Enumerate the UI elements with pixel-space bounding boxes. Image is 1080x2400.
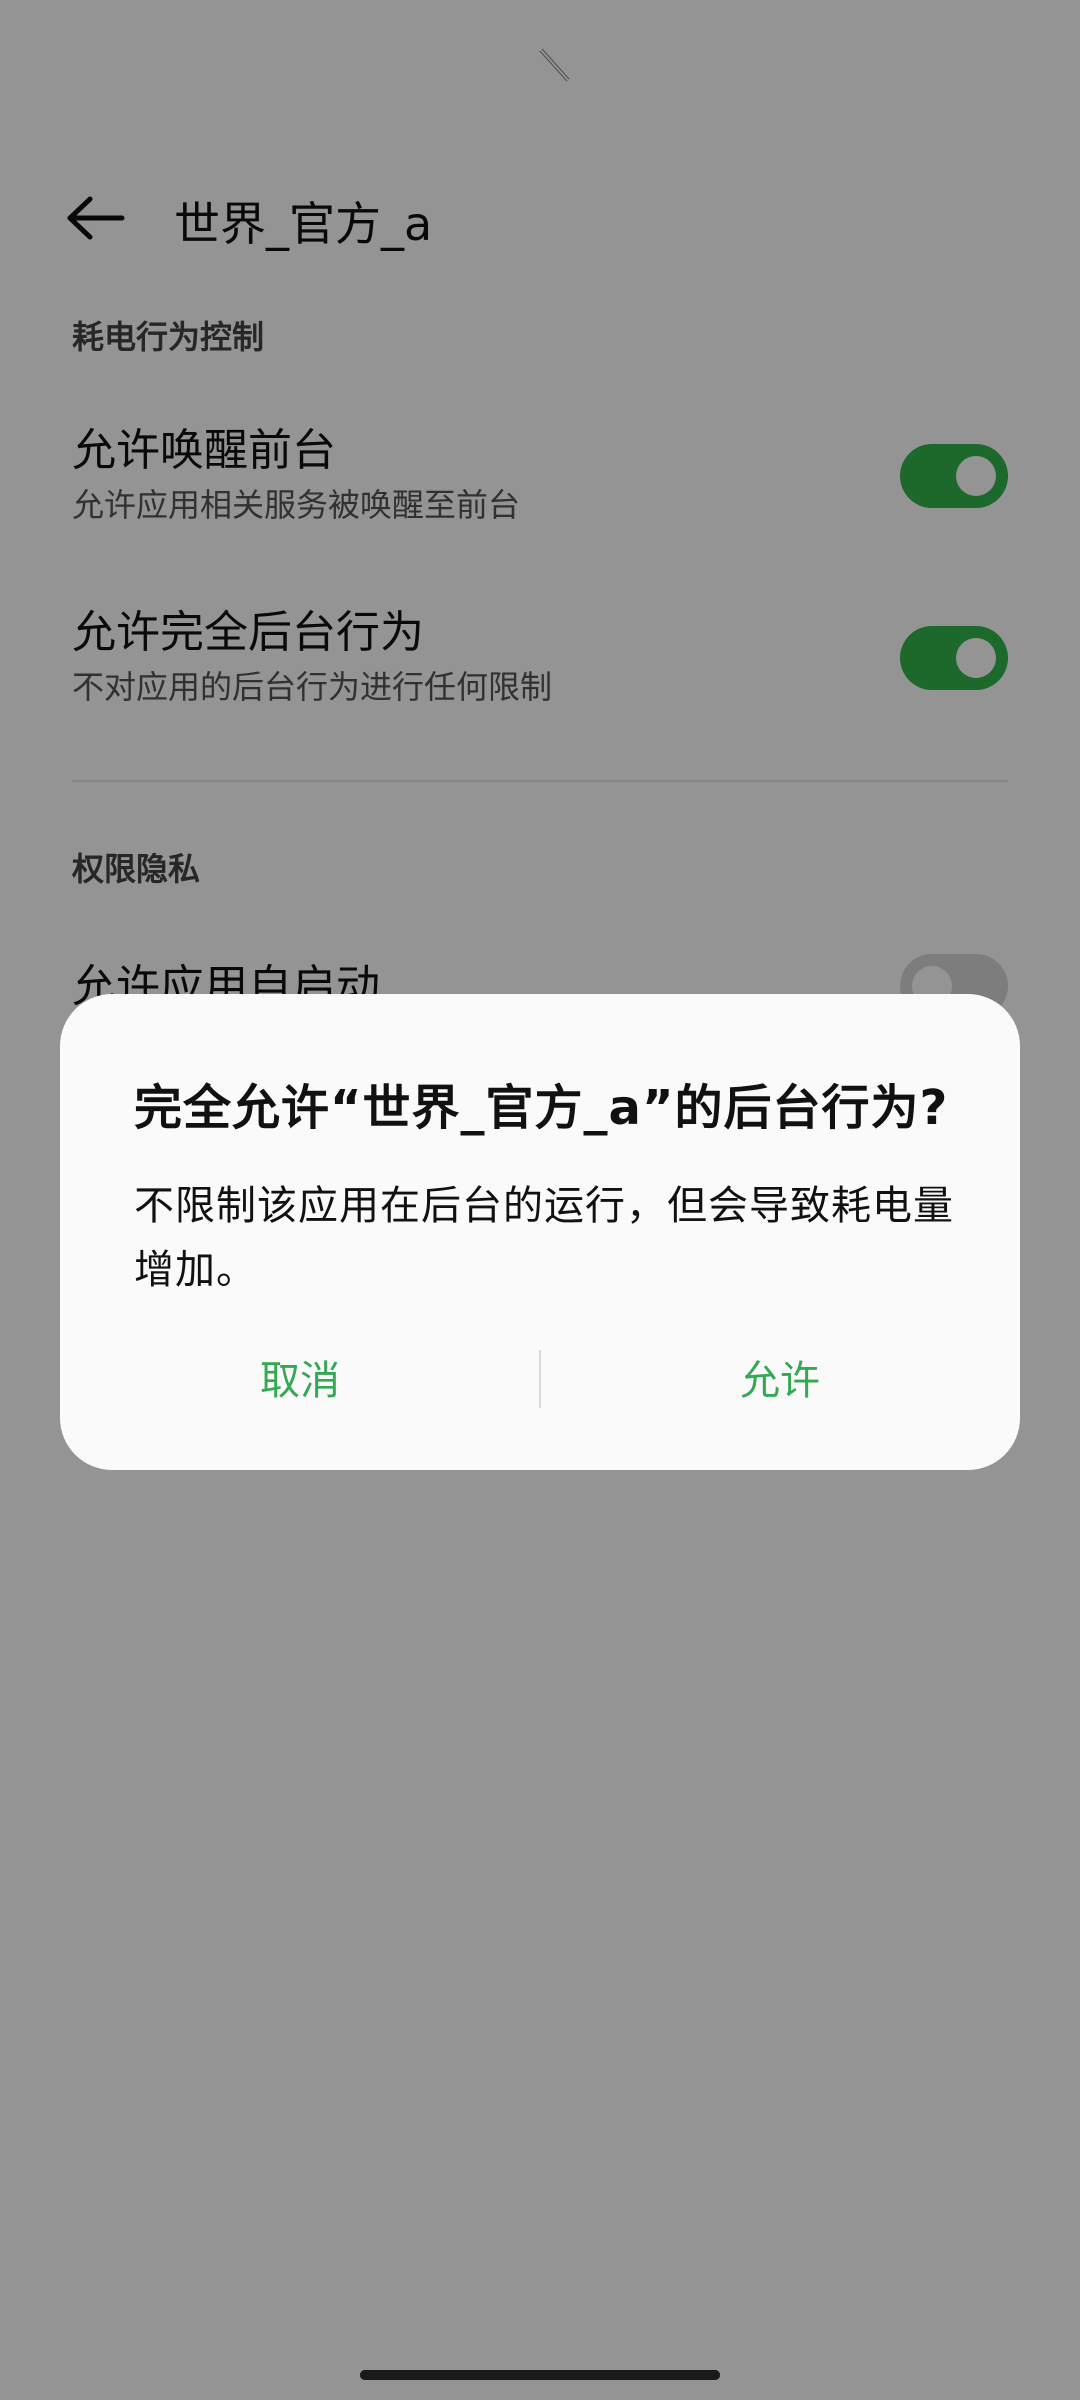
dialog-title: 完全允许“世界_官方_a”的后台行为? bbox=[134, 1080, 949, 1136]
cancel-button[interactable]: 取消 bbox=[60, 1340, 540, 1414]
confirm-dialog: 完全允许“世界_官方_a”的后台行为? 不限制该应用在后台的运行，但会导致耗电量… bbox=[60, 994, 1020, 1470]
home-indicator-bar bbox=[360, 2370, 720, 2380]
dialog-message: 不限制该应用在后台的运行，但会导致耗电量增加。 bbox=[134, 1183, 954, 1293]
dialog-actions: 取消 允许 bbox=[60, 1340, 1020, 1414]
allow-button[interactable]: 允许 bbox=[540, 1340, 1020, 1414]
